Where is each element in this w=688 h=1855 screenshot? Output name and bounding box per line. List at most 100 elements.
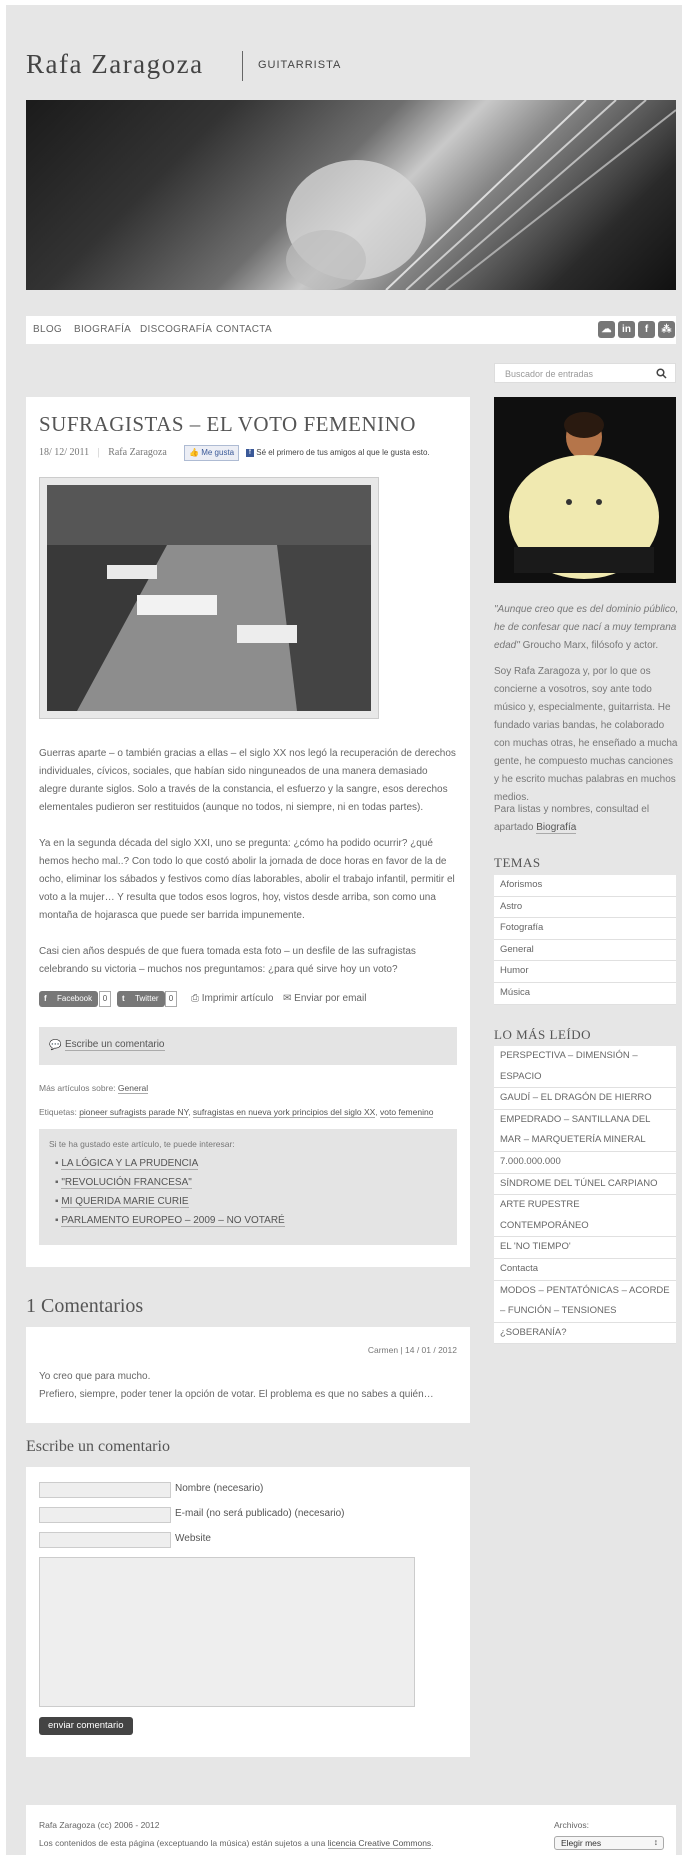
tags-label: Etiquetas: <box>39 1107 77 1117</box>
logo-separator <box>242 51 243 81</box>
category-item[interactable]: Humor <box>494 961 676 983</box>
popular-item[interactable]: EMPEDRADO – SANTILLANA DEL MAR – MARQUET… <box>494 1110 676 1152</box>
category-link-general[interactable]: General <box>117 1083 149 1094</box>
fb-like-text: f Sé el primero de tus amigos al que le … <box>246 448 430 457</box>
footer-license-text: Los contenidos de esta página (exceptuan… <box>39 1838 328 1848</box>
related-link[interactable]: LA LÓGICA Y LA PRUDENCIA <box>61 1158 199 1170</box>
website-field-label: Website <box>175 1533 211 1544</box>
comment-form: Nombre (necesario) E-mail (no será publi… <box>26 1467 470 1757</box>
more-articles: Más artículos sobre: General <box>39 1083 149 1094</box>
popular-item[interactable]: ARTE RUPESTRE CONTEMPORÁNEO <box>494 1195 676 1238</box>
popular-item[interactable]: MODOS – PENTATÓNICAS – ACORDE – FUNCIÓN … <box>494 1281 676 1323</box>
print-article-link[interactable]: ⎙ Imprimir artículo <box>191 993 273 1004</box>
fb-like-label: Me gusta <box>201 448 235 457</box>
email-field-label: E-mail (no será publicado) (necesario) <box>175 1508 345 1519</box>
email-article-label: Enviar por email <box>294 993 367 1004</box>
category-item[interactable]: Fotografía <box>494 918 676 940</box>
page: Rafa Zaragoza GUITARRISTA BLOG BIOGRAFÍA… <box>6 5 682 1855</box>
article-date: 18/ 12/ 2011 <box>39 447 90 458</box>
twitter-share-label: Twitter <box>135 994 159 1003</box>
nav-item-discografia[interactable]: DISCOGRAFÍA <box>140 324 212 335</box>
comments-heading: 1 Comentarios <box>26 1295 144 1317</box>
author-avatar <box>494 397 676 583</box>
twitter-icon: t <box>122 994 125 1003</box>
write-comment-link[interactable]: Escribe un comentario <box>65 1039 165 1051</box>
suffragists-parade-photo <box>47 485 371 711</box>
tag-link[interactable]: voto femenino <box>380 1107 434 1118</box>
archives-select-value: Elegir mes <box>561 1838 602 1848</box>
main-nav: BLOG BIOGRAFÍA DISCOGRAFÍA CONTACTA ☁ in… <box>26 316 676 344</box>
tag-link[interactable]: pioneer sufragists parade NY <box>79 1107 189 1118</box>
myspace-icon[interactable]: ⁂ <box>658 321 675 338</box>
share-bar: f Facebook 0 t Twitter 0 ⎙ Imprimir artí… <box>39 991 459 1009</box>
facebook-share-label: Facebook <box>57 994 93 1003</box>
related-item: ▪ LA LÓGICA Y LA PRUDENCIA <box>55 1158 199 1170</box>
article-author[interactable]: Rafa Zaragoza <box>108 447 167 458</box>
popular-item[interactable]: GAUDÍ – EL DRAGÓN DE HIERRO <box>494 1088 676 1110</box>
envelope-icon: ✉ <box>283 993 292 1004</box>
biografia-link[interactable]: Biografía <box>536 822 577 834</box>
related-articles-box: Si te ha gustado este artículo, te puede… <box>39 1129 457 1245</box>
related-item: ▪ PARLAMENTO EUROPEO – 2009 – NO VOTARÉ <box>55 1215 285 1227</box>
related-item: ▪ "REVOLUCIÓN FRANCESA" <box>55 1177 192 1189</box>
article-photo[interactable] <box>39 477 379 719</box>
category-item[interactable]: General <box>494 940 676 962</box>
search-icon[interactable] <box>656 368 667 379</box>
article-meta: 18/ 12/ 2011 | Rafa Zaragoza <box>39 447 167 458</box>
name-field[interactable] <box>39 1482 171 1498</box>
related-item: ▪ MI QUERIDA MARIE CURIE <box>55 1196 189 1208</box>
related-link[interactable]: "REVOLUCIÓN FRANCESA" <box>61 1177 192 1189</box>
sidebar-bio-more: Para listas y nombres, consultad el apar… <box>494 801 680 837</box>
twitter-share-button[interactable]: t Twitter <box>117 991 165 1007</box>
archives-select[interactable]: Elegir mes ↕ <box>554 1836 664 1850</box>
author-portrait-graphic <box>494 397 676 583</box>
email-field[interactable] <box>39 1507 171 1523</box>
facebook-icon[interactable]: f <box>638 321 655 338</box>
email-article-link[interactable]: ✉ Enviar por email <box>283 993 366 1004</box>
popular-item[interactable]: SÍNDROME DEL TÚNEL CARPIANO <box>494 1174 676 1196</box>
tags-line: Etiquetas: pioneer sufragists parade NY,… <box>39 1107 434 1118</box>
mas-leido-heading: LO MÁS LEÍDO <box>494 1027 591 1042</box>
category-item[interactable]: Astro <box>494 897 676 919</box>
header-banner-image <box>26 100 676 290</box>
article-paragraph: Guerras aparte – o también gracias a ell… <box>39 748 456 813</box>
nav-item-blog[interactable]: BLOG <box>33 324 62 335</box>
nav-item-contacta[interactable]: CONTACTA <box>216 324 272 335</box>
related-list: ▪ LA LÓGICA Y LA PRUDENCIA ▪ "REVOLUCIÓN… <box>55 1154 285 1230</box>
popular-item[interactable]: PERSPECTIVA – DIMENSIÓN – ESPACIO <box>494 1046 676 1089</box>
comment-text: Yo creo que para mucho. <box>39 1371 151 1382</box>
category-item[interactable]: Música <box>494 983 676 1005</box>
linkedin-icon[interactable]: in <box>618 321 635 338</box>
popular-item[interactable]: Contacta <box>494 1259 676 1281</box>
article-paragraph: Casi cien años después de que fuera toma… <box>39 946 416 975</box>
site-logo-name[interactable]: Rafa Zaragoza <box>26 49 204 80</box>
facebook-share-button[interactable]: f Facebook <box>39 991 99 1007</box>
creative-commons-link[interactable]: licencia Creative Commons <box>327 1838 432 1849</box>
website-field[interactable] <box>39 1532 171 1548</box>
sidebar-bio: Soy Rafa Zaragoza y, por lo que os conci… <box>494 666 678 803</box>
popular-item[interactable]: ¿SOBERANÍA? <box>494 1323 676 1345</box>
fb-like-button[interactable]: 👍 Me gusta <box>184 445 240 461</box>
submit-comment-button[interactable]: enviar comentario <box>39 1717 133 1735</box>
comment-meta: Carmen | 14 / 01 / 2012 <box>367 1345 457 1355</box>
popular-item[interactable]: EL 'NO TIEMPO' <box>494 1237 676 1259</box>
article-card: SUFRAGISTAS – EL VOTO FEMENINO 18/ 12/ 2… <box>26 397 470 1267</box>
article-title[interactable]: SUFRAGISTAS – EL VOTO FEMENINO <box>39 412 416 437</box>
archives-label: Archivos: <box>554 1820 589 1830</box>
search-input[interactable]: Buscador de entradas <box>494 363 676 383</box>
popular-item[interactable]: 7.000.000.000 <box>494 1152 676 1174</box>
comment-text: Prefiero, siempre, poder tener la opción… <box>39 1389 434 1400</box>
more-articles-label: Más artículos sobre: <box>39 1083 116 1093</box>
facebook-icon: f <box>246 448 254 457</box>
comment-form-heading: Escribe un comentario <box>26 1438 170 1455</box>
soundcloud-icon[interactable]: ☁ <box>598 321 615 338</box>
parade-photo-graphic <box>47 485 371 711</box>
tag-link[interactable]: sufragistas en nueva york principios del… <box>192 1107 376 1118</box>
category-item[interactable]: Aforismos <box>494 875 676 897</box>
quote-author: Groucho Marx, filósofo y actor. <box>519 640 659 651</box>
related-link[interactable]: MI QUERIDA MARIE CURIE <box>61 1196 189 1208</box>
comment-textarea[interactable] <box>39 1557 415 1707</box>
comment-card: Carmen | 14 / 01 / 2012 Yo creo que para… <box>26 1327 470 1423</box>
related-link[interactable]: PARLAMENTO EUROPEO – 2009 – NO VOTARÉ <box>61 1215 285 1227</box>
nav-item-biografia[interactable]: BIOGRAFÍA <box>74 324 131 335</box>
